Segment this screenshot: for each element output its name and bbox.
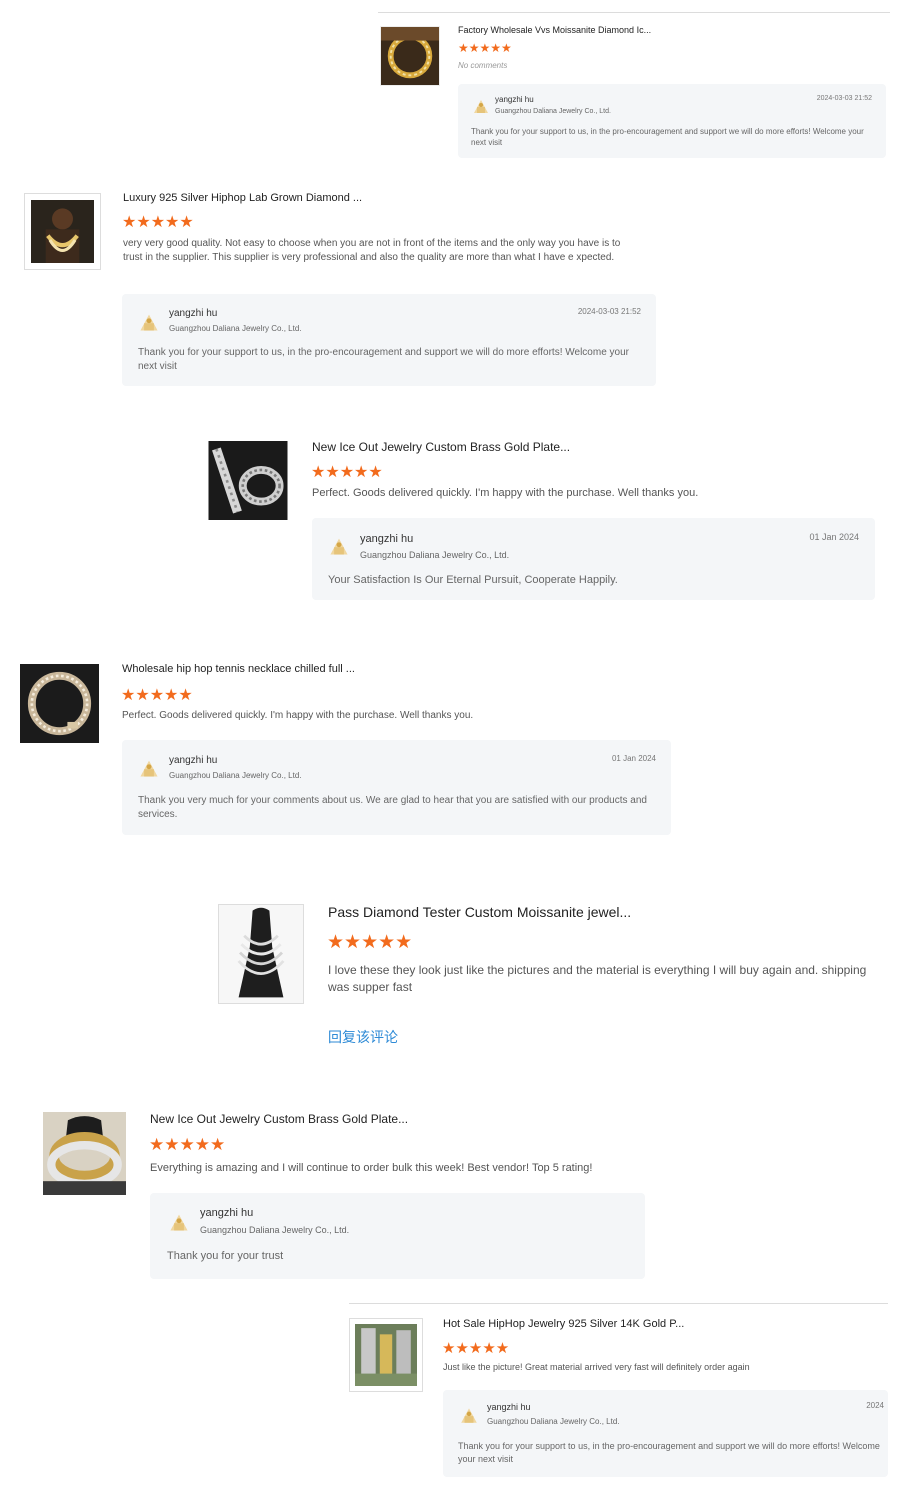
star-rating: ★★★★★: [442, 1340, 510, 1357]
reply-text: Thank you for your support to us, in the…: [458, 1441, 880, 1464]
reply-date: 2024-03-03 21:52: [577, 307, 641, 316]
reply-date: 2024: [866, 1401, 884, 1410]
product-thumbnail[interactable]: [218, 904, 304, 1004]
reply-company-name: Guangzhou Daliana Jewelry Co., Ltd.: [169, 771, 302, 780]
supplier-reply: yangzhi hu Guangzhou Daliana Jewelry Co.…: [122, 294, 656, 386]
star-rating: ★★★★★: [121, 687, 193, 704]
star-rating: ★★★★★: [458, 41, 512, 55]
product-title[interactable]: Pass Diamond Tester Custom Moissanite je…: [328, 904, 631, 920]
reply-text: Thank you very much for your comments ab…: [138, 795, 647, 820]
product-thumbnail[interactable]: [349, 1318, 423, 1392]
review-comment: very very good quality. Not easy to choo…: [123, 238, 621, 263]
product-title[interactable]: Factory Wholesale Vvs Moissanite Diamond…: [458, 25, 651, 35]
reply-author-name: yangzhi hu: [169, 755, 218, 766]
supplier-logo-icon: [138, 757, 160, 779]
supplier-reply: yangzhi hu Guangzhou Daliana Jewelry Co.…: [122, 740, 671, 835]
reply-text: Thank you for your support to us, in the…: [138, 347, 629, 372]
reply-text: Your Satisfaction Is Our Eternal Pursuit…: [328, 574, 618, 586]
supplier-logo-icon: [472, 97, 490, 115]
reply-text: Thank you for your support to us, in the…: [471, 127, 864, 148]
supplier-logo-icon: [138, 311, 160, 333]
product-thumbnail[interactable]: [43, 1112, 126, 1195]
star-rating: ★★★★★: [327, 932, 413, 953]
review-comment: Perfect. Goods delivered quickly. I'm ha…: [122, 710, 474, 721]
supplier-reply: yangzhi hu Guangzhou Daliana Jewelry Co.…: [458, 84, 886, 158]
supplier-logo-icon: [328, 535, 350, 557]
reply-text: Thank you for your trust: [167, 1250, 284, 1262]
review-comment: Everything is amazing and I will continu…: [150, 1162, 593, 1174]
supplier-logo-icon: [168, 1211, 190, 1233]
star-rating: ★★★★★: [149, 1135, 226, 1154]
product-title[interactable]: Wholesale hip hop tennis necklace chille…: [122, 663, 355, 675]
product-thumbnail[interactable]: [20, 664, 99, 743]
supplier-logo-icon: [459, 1405, 479, 1425]
reply-author-name: yangzhi hu: [495, 95, 534, 104]
product-title[interactable]: Luxury 925 Silver Hiphop Lab Grown Diamo…: [123, 192, 362, 204]
reply-author-name: yangzhi hu: [169, 308, 218, 319]
review-comment: Perfect. Goods delivered quickly. I'm ha…: [312, 487, 699, 499]
reply-author-name: yangzhi hu: [487, 1402, 531, 1412]
star-rating: ★★★★★: [122, 214, 194, 231]
product-thumbnail[interactable]: [24, 193, 101, 270]
reply-company-name: Guangzhou Daliana Jewelry Co., Ltd.: [487, 1417, 620, 1426]
divider: [378, 12, 890, 13]
reply-company-name: Guangzhou Daliana Jewelry Co., Ltd.: [360, 550, 510, 560]
reply-author-name: yangzhi hu: [360, 533, 414, 545]
no-comments-text: No comments: [458, 61, 508, 70]
supplier-reply: yangzhi hu Guangzhou Daliana Jewelry Co.…: [443, 1390, 888, 1477]
product-title[interactable]: New Ice Out Jewelry Custom Brass Gold Pl…: [150, 1112, 408, 1126]
reply-company-name: Guangzhou Daliana Jewelry Co., Ltd.: [495, 108, 611, 115]
reply-company-name: Guangzhou Daliana Jewelry Co., Ltd.: [200, 1225, 350, 1235]
reply-to-review-link[interactable]: 回复该评论: [328, 1027, 398, 1047]
review-comment: Just like the picture! Great material ar…: [443, 1362, 750, 1372]
product-title[interactable]: Hot Sale HipHop Jewelry 925 Silver 14K G…: [443, 1318, 684, 1330]
supplier-reply: yangzhi hu Guangzhou Daliana Jewelry Co.…: [150, 1193, 645, 1279]
divider: [349, 1303, 888, 1304]
reply-date: 01 Jan 2024: [809, 532, 859, 542]
reply-date: 01 Jan 2024: [611, 754, 656, 763]
product-title[interactable]: New Ice Out Jewelry Custom Brass Gold Pl…: [312, 440, 570, 454]
reply-date: 2024-03-03 21:52: [816, 95, 872, 102]
star-rating: ★★★★★: [311, 464, 383, 481]
reply-company-name: Guangzhou Daliana Jewelry Co., Ltd.: [169, 324, 302, 333]
product-thumbnail[interactable]: [380, 26, 440, 86]
review-comment: I love these they look just like the pic…: [328, 963, 867, 994]
reply-author-name: yangzhi hu: [200, 1207, 254, 1219]
product-thumbnail[interactable]: [207, 441, 289, 520]
supplier-reply: yangzhi hu Guangzhou Daliana Jewelry Co.…: [312, 518, 875, 600]
